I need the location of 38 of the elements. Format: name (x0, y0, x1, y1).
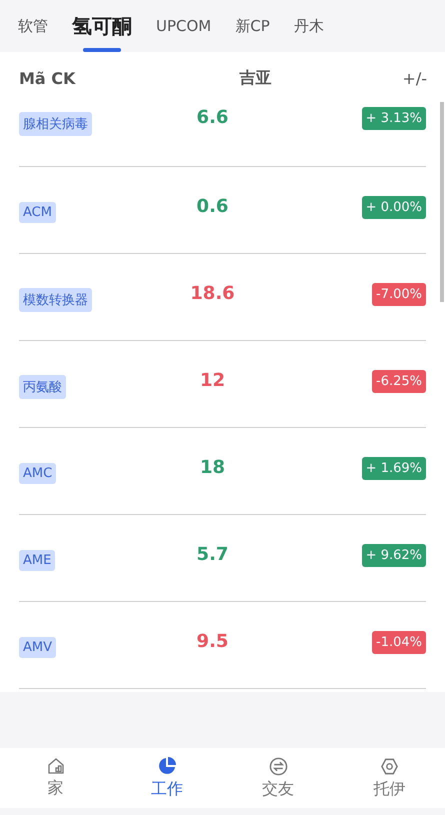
price-text: 18 (200, 457, 226, 478)
symbol-tag[interactable]: 丙氨酸 (19, 375, 66, 399)
change-badge: + 0.00% (362, 196, 426, 219)
price-text: 18.6 (190, 283, 235, 304)
price-text: 9.5 (196, 631, 228, 652)
tab[interactable]: 新CP (235, 0, 270, 52)
price-text: 6.6 (196, 107, 228, 128)
symbol-tag[interactable]: AMV (19, 637, 56, 658)
nav-item[interactable]: 家 (0, 748, 112, 808)
scrollbar[interactable] (440, 102, 444, 302)
nav-item[interactable]: 工作 (111, 748, 222, 808)
tab[interactable]: 氢可酮 (72, 0, 132, 52)
symbol-tag[interactable]: 模数转换器 (19, 288, 92, 312)
tab[interactable]: UPCOM (156, 0, 212, 52)
symbol-tag[interactable]: ACM (19, 202, 56, 223)
symbol-tag[interactable]: 腺相关病毒 (19, 112, 92, 136)
symbol-tag[interactable]: AMC (19, 463, 56, 484)
change-badge: + 3.13% (362, 107, 426, 130)
nav-item[interactable]: 托伊 (334, 748, 445, 808)
home-icon (46, 757, 65, 775)
change-badge: + 1.69% (362, 457, 426, 480)
price-text: 12 (200, 370, 226, 391)
change-badge: -7.00% (372, 283, 426, 306)
pie-chart-icon (156, 756, 177, 776)
price-text: 0.6 (196, 196, 228, 217)
tab[interactable]: 软管 (18, 0, 48, 52)
hexagon-icon (380, 756, 399, 776)
symbol-tag[interactable]: AME (19, 550, 56, 571)
tab[interactable]: 丹木 (294, 0, 324, 52)
column-header: +/- (402, 69, 427, 88)
swap-icon (268, 756, 288, 776)
change-badge: -6.25% (372, 370, 426, 393)
price-text: 5.7 (196, 544, 228, 565)
column-header: 吉亚 (238, 68, 273, 89)
nav-item[interactable]: 交友 (222, 748, 334, 808)
column-header: Mã CK (19, 69, 77, 88)
change-badge: -1.04% (372, 631, 426, 654)
change-badge: + 9.62% (362, 544, 426, 567)
